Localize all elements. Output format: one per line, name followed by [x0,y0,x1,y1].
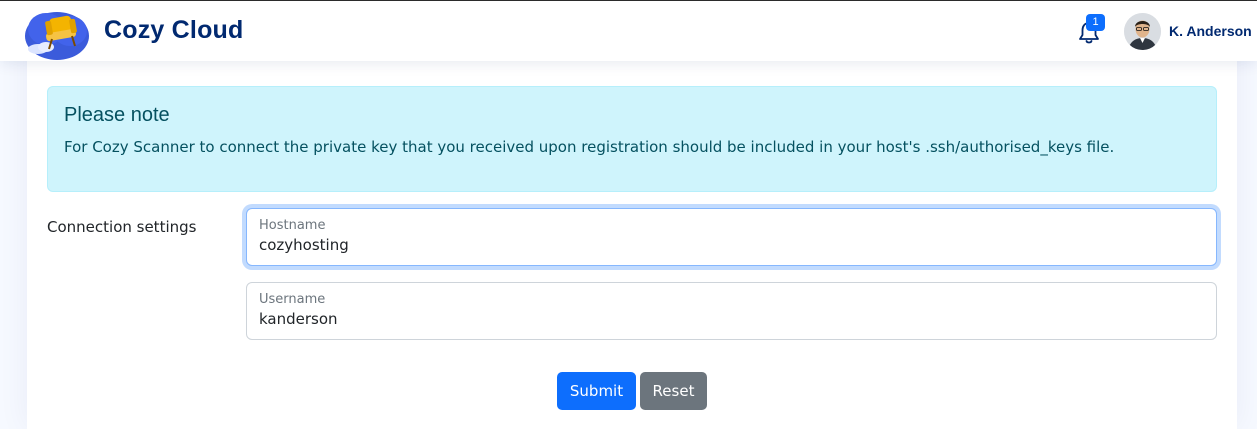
username-field[interactable]: Username [246,282,1217,340]
top-header: Cozy Cloud 1 K. Anderson [0,0,1257,61]
alert-heading: Please note [64,104,170,126]
submit-button[interactable]: Submit [557,372,636,410]
alert-text: For Cozy Scanner to connect the private … [64,138,1115,156]
username-input[interactable] [259,310,1199,328]
hostname-label: Hostname [259,218,326,233]
brand-name[interactable]: Cozy Cloud [104,16,244,45]
hostname-input[interactable] [259,236,1199,254]
connection-settings-label: Connection settings [47,218,197,236]
username-label: Username [259,292,326,307]
notification-badge: 1 [1086,14,1105,31]
cozy-logo-icon[interactable] [24,3,94,61]
profile-photo [1124,13,1161,50]
avatar[interactable] [1124,13,1161,50]
reset-button[interactable]: Reset [640,372,707,410]
hostname-field[interactable]: Hostname [246,208,1217,266]
user-name[interactable]: K. Anderson [1169,23,1252,39]
info-alert: Please note For Cozy Scanner to connect … [47,86,1217,192]
